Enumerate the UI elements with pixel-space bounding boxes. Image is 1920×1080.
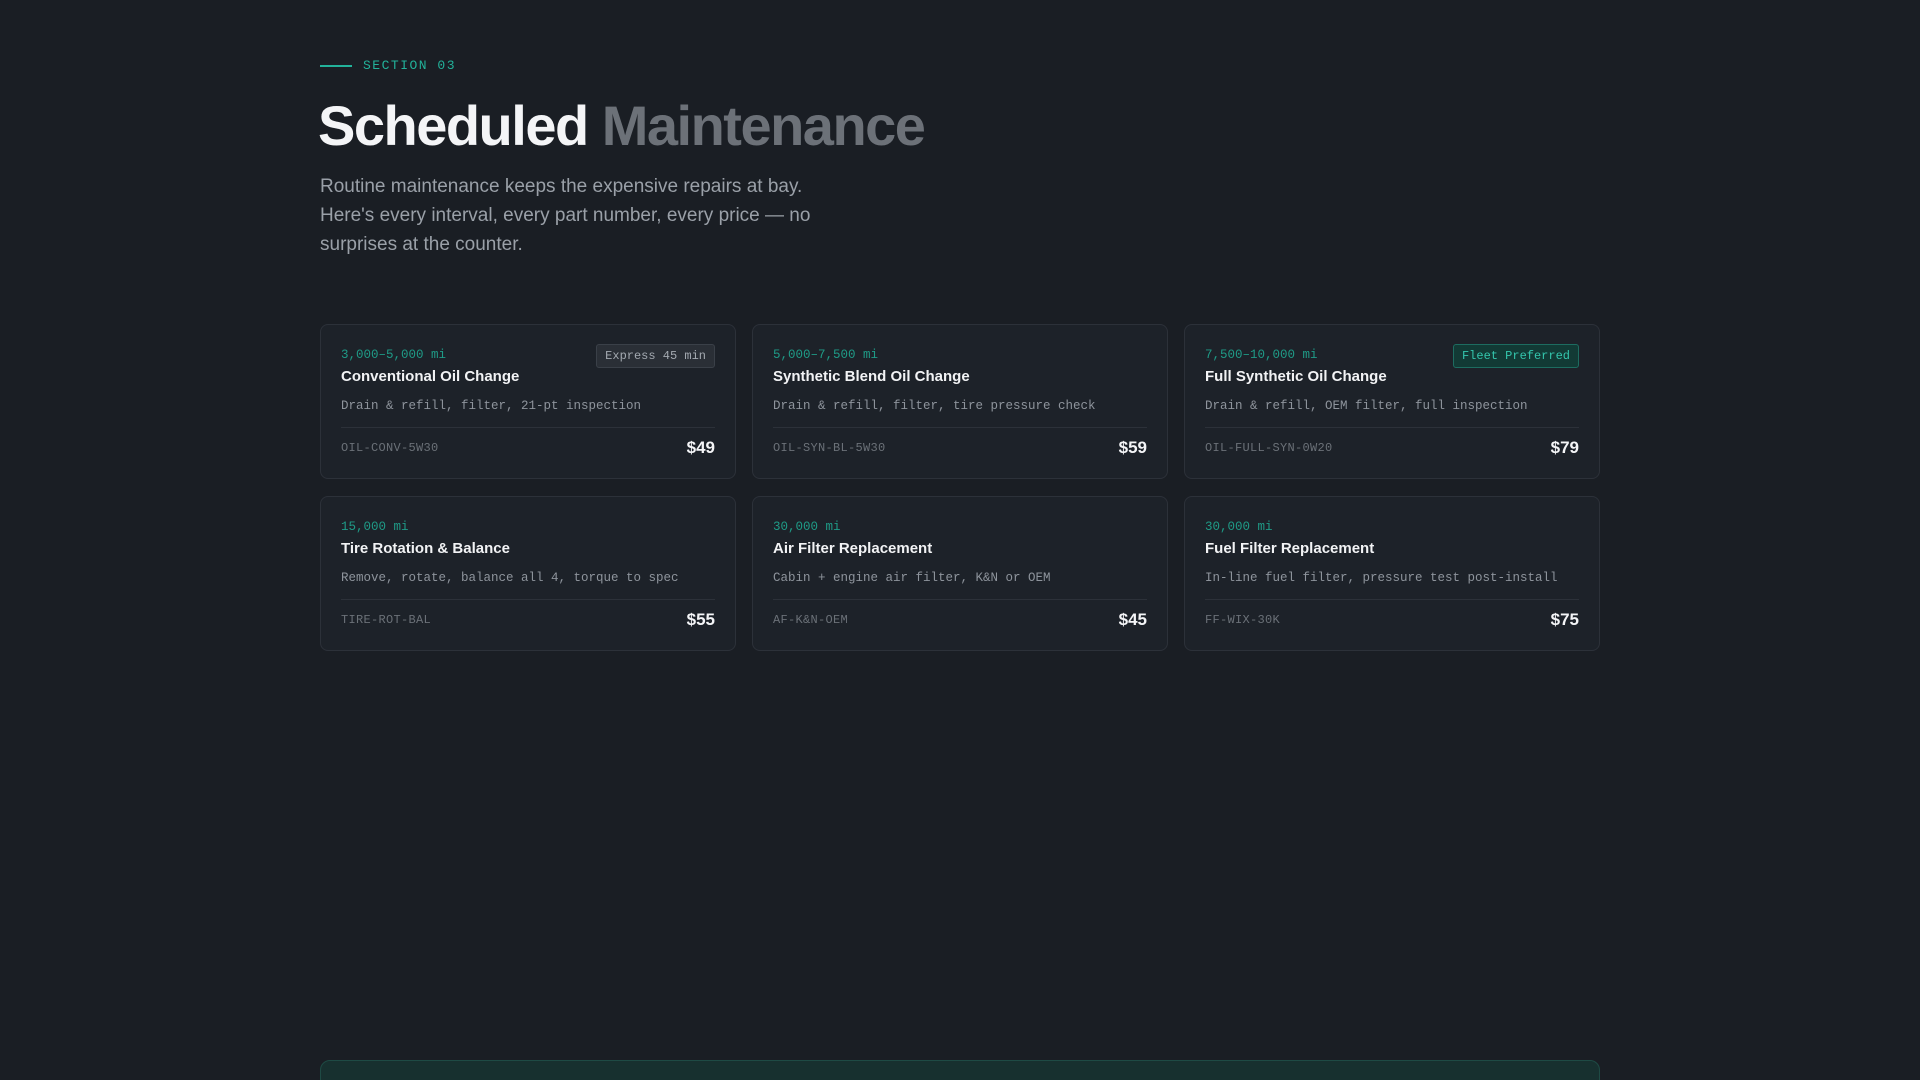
card-divider	[341, 599, 715, 600]
card-footer: OIL-FULL-SYN-0W20 $79	[1205, 438, 1579, 458]
card-divider	[773, 427, 1147, 428]
service-card[interactable]: 15,000 mi Tire Rotation & Balance Remove…	[320, 496, 736, 651]
service-interval: 5,000–7,500 mi	[773, 348, 879, 362]
service-description: Drain & refill, filter, tire pressure ch…	[773, 399, 1096, 413]
card-footer: FF-WIX-30K $75	[1205, 610, 1579, 630]
part-number: OIL-SYN-BL-5W30	[773, 441, 886, 455]
service-interval: 15,000 mi	[341, 520, 409, 534]
section-subtitle: Routine maintenance keeps the expensive …	[320, 176, 811, 255]
service-card[interactable]: 30,000 mi Air Filter Replacement Cabin +…	[752, 496, 1168, 651]
title-accent: Maintenance	[601, 94, 926, 157]
part-number: OIL-FULL-SYN-0W20	[1205, 441, 1333, 455]
service-name: Full Synthetic Oil Change	[1205, 368, 1387, 385]
card-footer: AF-K&N-OEM $45	[773, 610, 1147, 630]
card-footer: OIL-CONV-5W30 $49	[341, 438, 715, 458]
section-eyebrow: SECTION 03	[320, 58, 456, 73]
part-number: FF-WIX-30K	[1205, 613, 1281, 627]
fleet-preferred-badge: Fleet Preferred	[1452, 344, 1579, 368]
card-footer: TIRE-ROT-BAL $55	[341, 610, 715, 630]
service-card[interactable]: 30,000 mi Fuel Filter Replacement In-lin…	[1184, 496, 1600, 651]
section-number: SECTION 03	[363, 58, 457, 73]
service-interval: 30,000 mi	[773, 520, 841, 534]
service-name: Air Filter Replacement	[773, 540, 933, 557]
service-name: Fuel Filter Replacement	[1205, 540, 1375, 557]
part-number: TIRE-ROT-BAL	[341, 613, 432, 627]
card-divider	[1205, 427, 1579, 428]
service-name: Tire Rotation & Balance	[341, 540, 510, 557]
title-main: Scheduled	[318, 94, 589, 157]
service-description: Remove, rotate, balance all 4, torque to…	[341, 571, 679, 585]
service-price: $79	[1550, 438, 1579, 457]
card-divider	[773, 599, 1147, 600]
service-price: $49	[686, 438, 715, 457]
service-description: Drain & refill, filter, 21-pt inspection	[341, 399, 642, 413]
service-card[interactable]: 7,500–10,000 mi Full Synthetic Oil Chang…	[1184, 324, 1600, 479]
card-footer: OIL-SYN-BL-5W30 $59	[773, 438, 1147, 458]
bottom-callout-panel	[320, 1060, 1600, 1080]
service-price: $59	[1118, 438, 1147, 457]
service-price: $75	[1550, 610, 1579, 629]
service-name: Conventional Oil Change	[341, 368, 520, 385]
service-price: $45	[1118, 610, 1147, 629]
service-card[interactable]: 5,000–7,500 mi Synthetic Blend Oil Chang…	[752, 324, 1168, 479]
service-card-grid: 3,000–5,000 mi Conventional Oil Change D…	[320, 324, 1600, 651]
maintenance-section: SECTION 03 Scheduled Maintenance Routine…	[318, 0, 1600, 1080]
service-price: $55	[686, 610, 715, 629]
service-description: In-line fuel filter, pressure test post-…	[1205, 571, 1558, 585]
eyebrow-accent-line	[320, 64, 352, 67]
part-number: AF-K&N-OEM	[773, 613, 849, 627]
page-title: Scheduled Maintenance	[318, 92, 926, 160]
service-description: Cabin + engine air filter, K&N or OEM	[773, 571, 1051, 585]
service-card[interactable]: 3,000–5,000 mi Conventional Oil Change D…	[320, 324, 736, 479]
card-divider	[341, 427, 715, 428]
card-divider	[1205, 599, 1579, 600]
express-badge: Express 45 min	[596, 344, 715, 368]
service-description: Drain & refill, OEM filter, full inspect…	[1205, 399, 1528, 413]
service-interval: 30,000 mi	[1205, 520, 1273, 534]
service-name: Synthetic Blend Oil Change	[773, 368, 970, 385]
part-number: OIL-CONV-5W30	[341, 441, 439, 455]
